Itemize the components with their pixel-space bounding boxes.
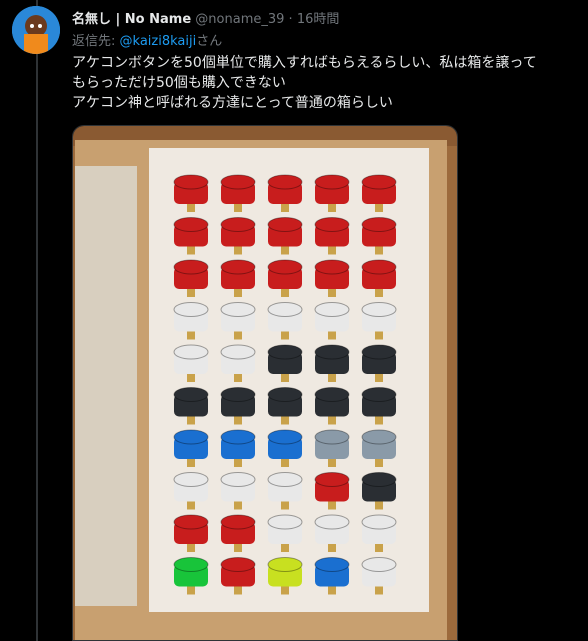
tweet-header: 名無し | No Name @noname_39 · 16時間 [72,8,339,27]
tweet-photo[interactable] [72,125,458,641]
reply-context: 返信先: @kaizi8kaijiさん [72,30,222,49]
thread-line [36,0,38,641]
reply-suffix: さん [196,34,223,49]
tweet-text-line: アケコン神と呼ばれる方達にとって普通の箱らしい [72,95,393,111]
reply-mention[interactable]: @kaizi8kaiji [120,34,197,49]
tweet-text-line: もらっただけ50個も購入できない [72,75,286,91]
tweet-text: アケコンボタンを50個単位で購入すればもらえるらしい、私は箱を譲って もらっただ… [72,53,577,113]
reply-prefix: 返信先: [72,34,120,49]
tweet-text-line: アケコンボタンを50個単位で購入すればもらえるらしい、私は箱を譲って [72,55,537,71]
user-handle[interactable]: @noname_39 [195,12,284,27]
separator: · [288,12,293,27]
arcade-buttons-photo [73,126,457,640]
avatar-icon [12,6,60,54]
avatar[interactable] [12,6,60,54]
display-name[interactable]: 名無し | No Name [72,12,191,27]
timestamp[interactable]: 16時間 [297,12,340,27]
